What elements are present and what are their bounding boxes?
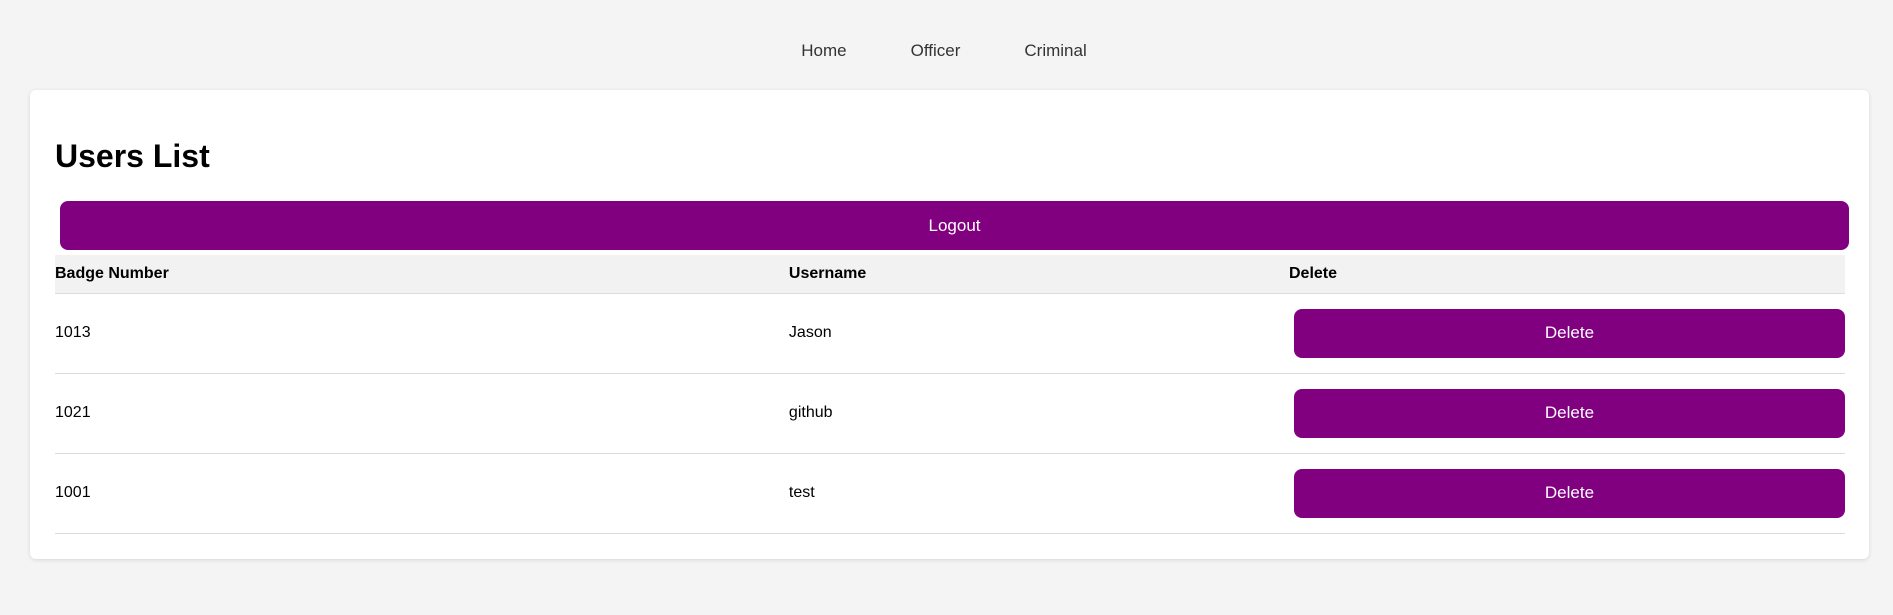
table-header-row: Badge Number Username Delete [55, 255, 1845, 293]
top-nav: Home Officer Criminal [0, 0, 1893, 90]
nav-link-criminal[interactable]: Criminal [1024, 41, 1086, 61]
header-username: Username [788, 264, 867, 282]
cell-delete: Delete [1289, 293, 1845, 373]
nav-link-home[interactable]: Home [801, 41, 846, 61]
logout-button[interactable]: Logout [60, 201, 1849, 250]
delete-button[interactable]: Delete [1293, 388, 1845, 438]
table-row: 1021 github Delete [55, 373, 1845, 453]
table-row: 1001 test Delete [55, 453, 1845, 533]
cell-username: Jason [788, 324, 832, 341]
cell-badge-number: 1001 [55, 484, 91, 501]
cell-delete: Delete [1289, 453, 1845, 533]
header-delete: Delete [1288, 264, 1338, 282]
delete-button[interactable]: Delete [1293, 308, 1845, 358]
cell-username: github [788, 404, 833, 421]
users-table: Badge Number Username Delete 1013 Jason … [55, 255, 1845, 534]
nav-link-officer[interactable]: Officer [911, 41, 961, 61]
cell-badge-number: 1013 [55, 324, 91, 341]
header-badge-number: Badge Number [55, 264, 169, 282]
users-card: Users List Logout Badge Number Username … [30, 90, 1869, 559]
cell-badge-number: 1021 [55, 404, 91, 421]
delete-button[interactable]: Delete [1293, 468, 1845, 518]
page-title: Users List [55, 138, 210, 174]
table-row: 1013 Jason Delete [55, 293, 1845, 373]
cell-username: test [788, 484, 815, 501]
cell-delete: Delete [1289, 373, 1845, 453]
